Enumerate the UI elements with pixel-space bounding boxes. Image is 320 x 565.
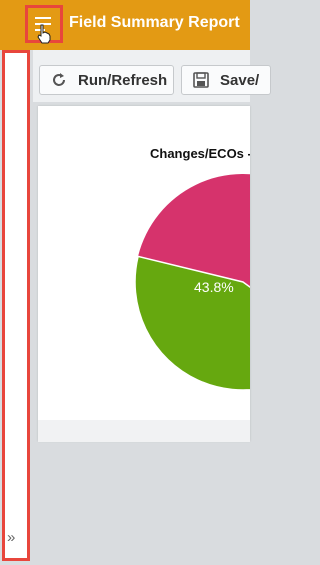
page-title: Field Summary Report bbox=[69, 14, 240, 31]
sidebar bbox=[0, 50, 33, 565]
refresh-icon bbox=[50, 70, 72, 90]
pie-label-43-8: 43.8% bbox=[194, 279, 234, 295]
toolbar: Run/Refresh Save/ bbox=[33, 50, 271, 102]
save-label: Save/ bbox=[220, 71, 260, 89]
run-refresh-label: Run/Refresh bbox=[78, 71, 168, 89]
chart-card: Changes/ECOs - 43.8% bbox=[38, 106, 250, 441]
app-header: Field Summary Report bbox=[0, 0, 250, 50]
save-icon bbox=[192, 70, 214, 90]
save-button[interactable]: Save/ bbox=[181, 65, 271, 95]
chart-card-footer bbox=[38, 420, 250, 442]
expand-sidebar-icon[interactable]: » bbox=[7, 530, 21, 546]
run-refresh-button[interactable]: Run/Refresh bbox=[39, 65, 174, 95]
pie-chart: 43.8% bbox=[134, 174, 250, 391]
collapsed-sidebar-panel[interactable] bbox=[2, 50, 30, 561]
report-content: Changes/ECOs - 43.8% bbox=[33, 102, 250, 565]
hand-cursor-icon bbox=[37, 24, 51, 44]
